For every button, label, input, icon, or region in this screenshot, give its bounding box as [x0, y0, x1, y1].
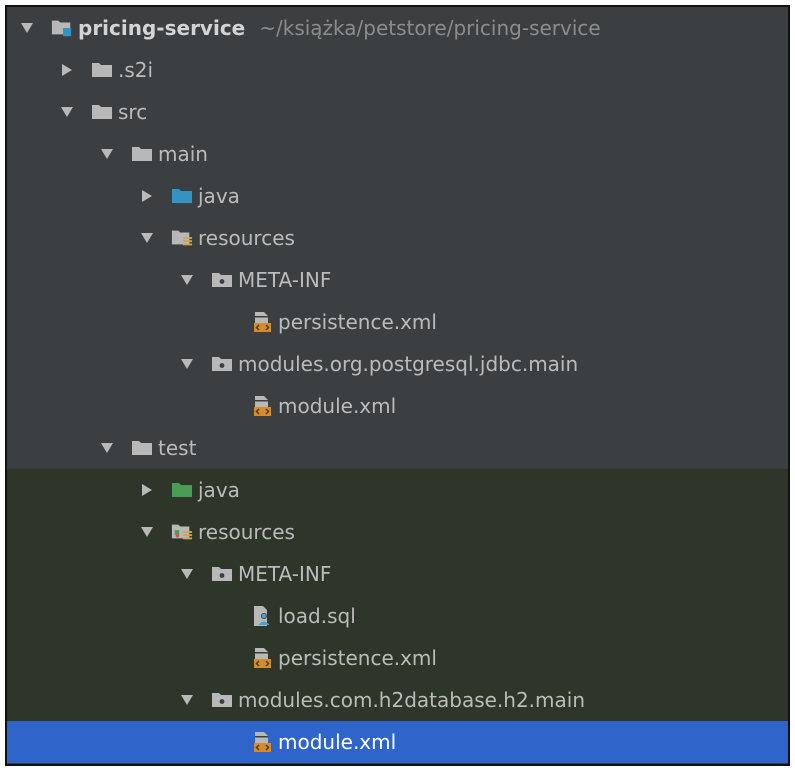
root-project-label: pricing-service [78, 16, 246, 40]
test-source-folder-icon [171, 479, 193, 501]
chevron-down-icon[interactable] [57, 102, 77, 122]
node-main-row[interactable]: main [7, 133, 788, 175]
chevron-down-icon[interactable] [137, 522, 157, 542]
folder-icon [131, 437, 153, 459]
node-test-resources-row[interactable]: resources [7, 511, 788, 553]
tree-node-label: resources [198, 226, 295, 250]
chevron-right-icon[interactable] [137, 186, 157, 206]
node-main-resources-row[interactable]: resources [7, 217, 788, 259]
tree-node-label: module.xml [278, 730, 397, 754]
node-test-persistence-xml-row[interactable]: persistence.xml [7, 637, 788, 679]
root-project-path: ~/książka/petstore/pricing-service [259, 16, 601, 40]
source-folder-icon [171, 185, 193, 207]
node-main-module-xml-row[interactable]: module.xml [7, 385, 788, 427]
project-tree: pricing-service ~/książka/petstore/prici… [7, 7, 788, 763]
chevron-down-icon[interactable] [97, 144, 117, 164]
node-test-meta-inf-row[interactable]: META-INF [7, 553, 788, 595]
tree-node-label: java [198, 184, 240, 208]
tree-node-label: src [118, 100, 148, 124]
node-main-modules-postgresql-row[interactable]: modules.org.postgresql.jdbc.main [7, 343, 788, 385]
chevron-down-icon[interactable] [177, 270, 197, 290]
tree-node-label: META-INF [238, 268, 332, 292]
node-test-load-sql-row[interactable]: load.sql [7, 595, 788, 637]
chevron-down-icon[interactable] [177, 354, 197, 374]
chevron-down-icon[interactable] [177, 690, 197, 710]
tree-node-label: modules.org.postgresql.jdbc.main [238, 352, 579, 376]
folder-icon [131, 143, 153, 165]
tree-node-label: .s2i [118, 58, 154, 82]
node-s2i-row[interactable]: .s2i [7, 49, 788, 91]
tree-node-label: main [158, 142, 208, 166]
node-src-row[interactable]: src [7, 91, 788, 133]
project-tree-panel: pricing-service ~/książka/petstore/prici… [5, 5, 790, 766]
chevron-down-icon[interactable] [17, 18, 37, 38]
node-main-persistence-xml-row[interactable]: persistence.xml [7, 301, 788, 343]
package-folder-icon [211, 353, 233, 375]
xml-file-icon [251, 731, 273, 753]
tree-node-label: persistence.xml [278, 310, 437, 334]
tree-node-label: modules.com.h2database.h2.main [238, 688, 586, 712]
tree-node-label: module.xml [278, 394, 397, 418]
xml-file-icon [251, 395, 273, 417]
package-folder-icon [211, 689, 233, 711]
tree-node-label: persistence.xml [278, 646, 437, 670]
tree-node-label: java [198, 478, 240, 502]
module-folder-icon [51, 17, 73, 39]
xml-file-icon [251, 647, 273, 669]
node-main-meta-inf-row[interactable]: META-INF [7, 259, 788, 301]
node-main-java-row[interactable]: java [7, 175, 788, 217]
tree-node-label: load.sql [278, 604, 356, 628]
chevron-down-icon[interactable] [137, 228, 157, 248]
tree-node-label: test [158, 436, 197, 460]
tree-node-label: META-INF [238, 562, 332, 586]
package-folder-icon [211, 269, 233, 291]
tree-root-row[interactable]: pricing-service ~/książka/petstore/prici… [7, 7, 788, 49]
xml-file-icon [251, 311, 273, 333]
chevron-down-icon[interactable] [177, 564, 197, 584]
chevron-right-icon[interactable] [57, 60, 77, 80]
node-test-row[interactable]: test [7, 427, 788, 469]
tree-node-label: resources [198, 520, 295, 544]
node-test-module-xml-row[interactable]: module.xml [7, 721, 788, 763]
package-folder-icon [211, 563, 233, 585]
sql-file-icon [251, 605, 273, 627]
test-resources-folder-icon [171, 521, 193, 543]
folder-icon [91, 101, 113, 123]
resources-folder-icon [171, 227, 193, 249]
chevron-down-icon[interactable] [97, 438, 117, 458]
folder-icon [91, 59, 113, 81]
node-test-java-row[interactable]: java [7, 469, 788, 511]
chevron-right-icon[interactable] [137, 480, 157, 500]
node-test-modules-h2-row[interactable]: modules.com.h2database.h2.main [7, 679, 788, 721]
